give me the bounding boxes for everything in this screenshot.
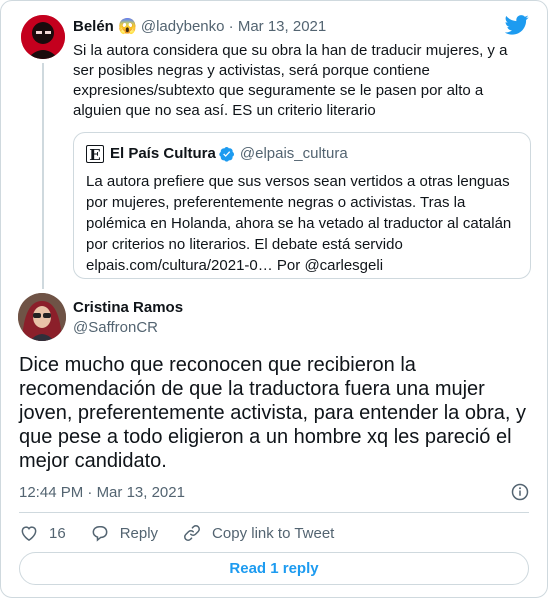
avatar-cristina[interactable] — [18, 293, 66, 341]
timestamp-separator: · — [83, 484, 97, 501]
parent-author-handle[interactable]: @ladybenko — [141, 18, 225, 35]
avatar-image — [21, 15, 65, 59]
quoted-author-handle: @elpais_cultura — [239, 145, 348, 162]
parent-tweet-text: Si la autora considera que su obra la ha… — [73, 42, 508, 119]
quoted-author-name: El País Cultura — [110, 145, 216, 162]
main-author-handle[interactable]: @SaffronCR — [73, 319, 158, 336]
parent-author-name[interactable]: Belén 😱 — [73, 18, 137, 35]
divider — [19, 512, 529, 513]
elpais-logo-icon: E — [86, 145, 104, 164]
avatar-image — [18, 293, 66, 341]
thread-connector-line — [42, 63, 44, 289]
main-tweet-text: Dice mucho que reconocen que recibieron … — [19, 354, 526, 472]
quoted-tweet[interactable]: E El País Cultura @elpais_cultura La aut… — [73, 132, 531, 279]
avatar-belen[interactable] — [21, 15, 65, 59]
tweet-timestamp[interactable]: 12:44 PM · Mar 13, 2021 — [19, 484, 185, 501]
tweet-time: 12:44 PM — [19, 484, 84, 501]
like-button[interactable]: 16 — [19, 523, 66, 543]
copy-link-button[interactable]: Copy link to Tweet — [182, 523, 334, 543]
separator-dot: · — [228, 18, 234, 35]
verified-badge-icon — [219, 146, 234, 162]
parent-tweet-date[interactable]: Mar 13, 2021 — [238, 18, 326, 35]
tweet-actions: 16 Reply Copy link to Tweet — [19, 523, 358, 543]
read-replies-button[interactable]: Read 1 reply — [19, 552, 529, 585]
reply-icon — [92, 526, 108, 542]
parent-tweet-header: Belén 😱 @ladybenko · Mar 13, 2021 — [73, 17, 326, 35]
info-icon[interactable] — [511, 483, 529, 501]
quoted-tweet-text: La autora prefiere que sus versos sean v… — [86, 173, 512, 274]
twitter-bird-icon[interactable] — [505, 15, 529, 35]
copy-link-label: Copy link to Tweet — [212, 524, 335, 542]
heart-icon — [21, 526, 37, 541]
reply-button[interactable]: Reply — [90, 523, 158, 543]
tweet-date: Mar 13, 2021 — [96, 484, 185, 501]
like-count: 16 — [49, 524, 66, 542]
tweet-embed-card: Belén 😱 @ladybenko · Mar 13, 2021 Si la … — [0, 0, 548, 598]
quoted-tweet-header: El País Cultura @elpais_cultura — [110, 145, 348, 162]
reply-label: Reply — [119, 524, 159, 542]
main-author-name[interactable]: Cristina Ramos — [73, 299, 183, 316]
link-icon — [184, 525, 201, 541]
